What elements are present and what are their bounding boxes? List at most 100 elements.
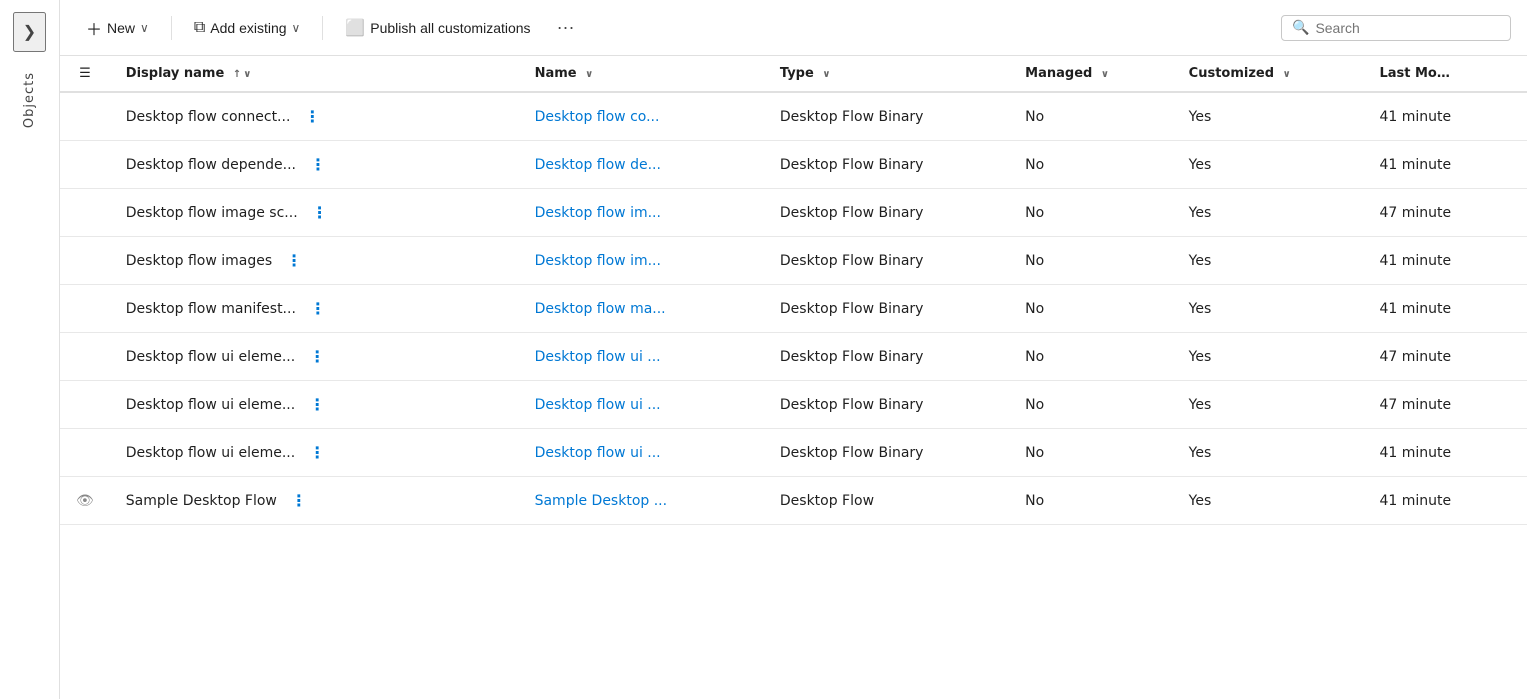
row-context-menu-button[interactable]: ⋮ xyxy=(306,201,335,224)
row-type: Desktop Flow Binary xyxy=(764,189,1009,237)
row-name: Desktop flow ui ... xyxy=(519,429,764,477)
row-display-name: Sample Desktop Flow ⋮ xyxy=(110,477,519,524)
publish-button[interactable]: ⬜ Publish all customizations xyxy=(335,12,540,44)
table-row: Desktop flow images⋮Desktop flow im...De… xyxy=(60,237,1527,285)
new-chevron-icon: ∨ xyxy=(140,21,149,35)
th-type[interactable]: Type ∨ xyxy=(764,56,1009,92)
row-display-name: Desktop flow ui eleme...⋮ xyxy=(110,333,519,380)
row-icon-cell xyxy=(60,189,110,237)
row-type: Desktop Flow Binary xyxy=(764,429,1009,477)
search-icon: 🔍 xyxy=(1292,20,1309,36)
th-name-sort: ∨ xyxy=(585,69,593,80)
row-icon-cell xyxy=(60,92,110,141)
row-name: Desktop flow im... xyxy=(519,189,764,237)
th-name[interactable]: Name ∨ xyxy=(519,56,764,92)
row-customized: Yes xyxy=(1173,381,1364,429)
row-type: Desktop Flow Binary xyxy=(764,285,1009,333)
chevron-right-icon: ❯ xyxy=(23,24,36,41)
row-context-menu-button[interactable]: ⋮ xyxy=(303,345,332,368)
th-display-name[interactable]: Display name ↑ ∨ xyxy=(110,56,519,92)
row-type: Desktop Flow Binary xyxy=(764,141,1009,189)
plus-icon: ＋ xyxy=(86,16,102,40)
th-customized[interactable]: Customized ∨ xyxy=(1173,56,1364,92)
row-context-menu-button[interactable]: ⋮ xyxy=(298,105,327,128)
row-context-menu-button[interactable]: ⋮ xyxy=(285,489,314,512)
publish-label: Publish all customizations xyxy=(370,20,530,36)
row-customized: Yes xyxy=(1173,429,1364,477)
row-customized: Yes xyxy=(1173,285,1364,333)
sort-down-icon-customized: ∨ xyxy=(1283,69,1291,80)
toolbar: ＋ New ∨ ⧉ Add existing ∨ ⬜ Publish all c… xyxy=(60,0,1527,56)
row-last-modified: 41 minute xyxy=(1363,477,1527,525)
row-managed: No xyxy=(1009,189,1173,237)
toolbar-separator-2 xyxy=(322,16,323,40)
display-name-text: Desktop flow image sc... xyxy=(126,205,298,221)
table-header-row: ☰ Display name ↑ ∨ Name ∨ xyxy=(60,56,1527,92)
row-context-menu-button[interactable]: ⋮ xyxy=(304,297,333,320)
row-managed: No xyxy=(1009,429,1173,477)
row-display-name: Desktop flow image sc... ⋮ xyxy=(110,189,519,236)
row-customized: Yes xyxy=(1173,141,1364,189)
sort-down-icon-name: ∨ xyxy=(585,69,593,80)
table-container: ☰ Display name ↑ ∨ Name ∨ xyxy=(60,56,1527,699)
sidebar-objects-label: Objects xyxy=(22,72,37,128)
row-managed: No xyxy=(1009,141,1173,189)
sort-up-icon: ↑ xyxy=(233,69,241,80)
row-context-menu-button[interactable]: ⋮ xyxy=(280,249,309,272)
row-managed: No xyxy=(1009,237,1173,285)
th-display-name-label: Display name xyxy=(126,66,225,81)
row-last-modified: 41 minute xyxy=(1363,285,1527,333)
row-last-modified: 47 minute xyxy=(1363,189,1527,237)
row-name: Desktop flow ui ... xyxy=(519,333,764,381)
th-managed-sort: ∨ xyxy=(1101,69,1109,80)
row-display-name: Desktop flow depende... ⋮ xyxy=(110,141,519,188)
row-icon-cell xyxy=(60,237,110,285)
row-last-modified: 47 minute xyxy=(1363,333,1527,381)
th-customized-label: Customized xyxy=(1189,66,1274,81)
add-existing-icon: ⧉ xyxy=(194,19,205,37)
add-existing-chevron-icon: ∨ xyxy=(292,21,301,35)
add-existing-label: Add existing xyxy=(210,20,286,36)
table-row: Desktop flow ui eleme...⋮Desktop flow ui… xyxy=(60,429,1527,477)
row-type: Desktop Flow Binary xyxy=(764,237,1009,285)
row-last-modified: 41 minute xyxy=(1363,92,1527,141)
row-context-menu-button[interactable]: ⋮ xyxy=(304,153,333,176)
th-list-icon[interactable]: ☰ xyxy=(60,56,110,92)
th-last-modified-label: Last Mo… xyxy=(1379,66,1449,81)
objects-table: ☰ Display name ↑ ∨ Name ∨ xyxy=(60,56,1527,525)
row-managed: No xyxy=(1009,477,1173,525)
th-customized-sort: ∨ xyxy=(1283,69,1291,80)
display-name-text: Desktop flow connect... xyxy=(126,109,291,125)
display-name-text: Desktop flow ui eleme... xyxy=(126,397,295,413)
display-name-text: Desktop flow manifest... xyxy=(126,301,296,317)
table-row: Desktop flow image sc...⋮Desktop flow im… xyxy=(60,189,1527,237)
row-customized: Yes xyxy=(1173,477,1364,525)
th-display-name-sort: ↑ ∨ xyxy=(233,69,252,80)
row-last-modified: 41 minute xyxy=(1363,141,1527,189)
publish-icon: ⬜ xyxy=(345,18,365,38)
more-options-button[interactable]: ··· xyxy=(549,11,583,44)
row-managed: No xyxy=(1009,333,1173,381)
add-existing-button[interactable]: ⧉ Add existing ∨ xyxy=(184,13,311,43)
th-type-sort: ∨ xyxy=(822,69,830,80)
row-customized: Yes xyxy=(1173,333,1364,381)
display-name-text: Desktop flow depende... xyxy=(126,157,296,173)
table-row: Desktop flow connect...⋮Desktop flow co.… xyxy=(60,92,1527,141)
sidebar-toggle-button[interactable]: ❯ xyxy=(13,12,46,52)
toolbar-separator-1 xyxy=(171,16,172,40)
new-label: New xyxy=(107,20,135,36)
th-managed[interactable]: Managed ∨ xyxy=(1009,56,1173,92)
row-context-menu-button[interactable]: ⋮ xyxy=(303,393,332,416)
row-customized: Yes xyxy=(1173,189,1364,237)
search-box[interactable]: 🔍 xyxy=(1281,15,1511,41)
new-button[interactable]: ＋ New ∨ xyxy=(76,10,159,46)
sort-down-icon: ∨ xyxy=(243,69,251,80)
table-row: Desktop flow manifest...⋮Desktop flow ma… xyxy=(60,285,1527,333)
row-icon-cell xyxy=(60,333,110,381)
th-managed-label: Managed xyxy=(1025,66,1092,81)
row-context-menu-button[interactable]: ⋮ xyxy=(303,441,332,464)
row-name: Sample Desktop ... xyxy=(519,477,764,525)
display-name-text: Sample Desktop Flow xyxy=(126,493,277,509)
search-input[interactable] xyxy=(1315,20,1500,36)
th-last-modified: Last Mo… xyxy=(1363,56,1527,92)
